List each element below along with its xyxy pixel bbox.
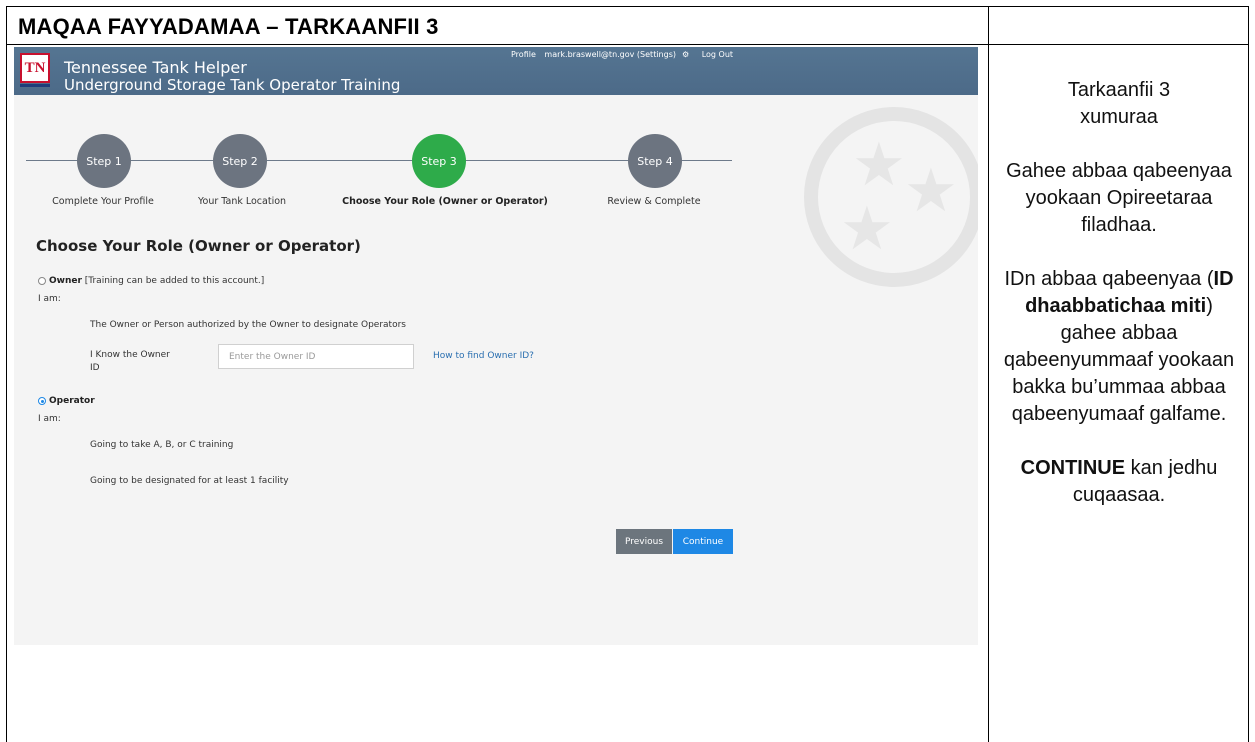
top-nav: Profile mark.braswell@tn.gov (Settings) ⚙…: [511, 50, 739, 59]
profile-link[interactable]: Profile: [511, 50, 536, 59]
owner-id-label-2: ID: [90, 363, 100, 373]
owner-radio[interactable]: [38, 277, 46, 285]
step-title-line1: Tarkaanfii 3: [1067, 79, 1171, 101]
role-heading: Choose Your Role (Owner or Operator): [36, 237, 361, 255]
step-4-caption: Review & Complete: [607, 196, 701, 207]
state-seal-watermark: ★ ★ ★: [804, 107, 978, 287]
step-2-circle[interactable]: Step 2: [213, 134, 267, 188]
step-1-caption: Complete Your Profile: [52, 196, 154, 207]
gear-icon[interactable]: ⚙: [682, 50, 689, 59]
step-1-circle[interactable]: Step 1: [77, 134, 131, 188]
document-title-cell: MAQAA FAYYADAMAA – TARKAANFII 3: [6, 6, 989, 45]
star-icon: ★: [840, 194, 894, 264]
app-title: Tennessee Tank Helper: [64, 58, 247, 77]
header-empty-cell: [989, 6, 1249, 45]
owner-description: The Owner or Person authorized by the Ow…: [90, 320, 406, 330]
find-owner-id-link[interactable]: How to find Owner ID?: [433, 351, 534, 361]
operator-desc-1: Going to take A, B, or C training: [90, 440, 234, 450]
owner-id-label: I Know the Owner: [90, 350, 170, 360]
document-title: MAQAA FAYYADAMAA – TARKAANFII 3: [18, 14, 439, 39]
instruction-para-1: Gahee abbaa qabeenyaa yookaan Opireetara…: [1006, 160, 1232, 236]
operator-i-am: I am:: [38, 414, 61, 424]
stepper-track: [26, 160, 732, 161]
app-subtitle: Underground Storage Tank Operator Traini…: [64, 76, 401, 94]
owner-radio-label[interactable]: Owner [Training can be added to this acc…: [49, 276, 264, 286]
continue-button[interactable]: Continue: [673, 529, 733, 554]
previous-button[interactable]: Previous: [616, 529, 672, 554]
app-header: TN Tennessee Tank Helper Underground Sto…: [14, 47, 978, 95]
step-4-circle[interactable]: Step 4: [628, 134, 682, 188]
logout-link[interactable]: Log Out: [702, 50, 733, 59]
instruction-cell: Tarkaanfii 3 xumuraa Gahee abbaa qabeeny…: [989, 45, 1249, 742]
operator-radio[interactable]: [38, 397, 46, 405]
owner-id-input[interactable]: [218, 344, 414, 369]
star-icon: ★: [904, 156, 958, 226]
instruction-para-3: CONTINUE kan jedhu cuqaasaa.: [1020, 457, 1218, 506]
operator-radio-label[interactable]: Operator: [49, 396, 95, 406]
instruction-para-2: IDn abbaa qabeenyaa (ID dhaabbatichaa mi…: [1003, 268, 1235, 425]
star-icon: ★: [852, 130, 906, 200]
step-3-circle[interactable]: Step 3: [412, 134, 466, 188]
tn-logo[interactable]: TN: [20, 53, 50, 87]
settings-link[interactable]: mark.braswell@tn.gov (Settings): [544, 50, 676, 59]
step-title-line2: xumuraa: [1080, 106, 1158, 128]
owner-i-am: I am:: [38, 294, 61, 304]
step-2-caption: Your Tank Location: [197, 196, 287, 207]
operator-desc-2: Going to be designated for at least 1 fa…: [90, 476, 289, 486]
step-3-caption: Choose Your Role (Owner or Operator): [342, 196, 548, 207]
app-screenshot: TN Tennessee Tank Helper Underground Sto…: [14, 47, 978, 645]
instruction-text: Tarkaanfii 3 xumuraa Gahee abbaa qabeeny…: [989, 45, 1249, 509]
